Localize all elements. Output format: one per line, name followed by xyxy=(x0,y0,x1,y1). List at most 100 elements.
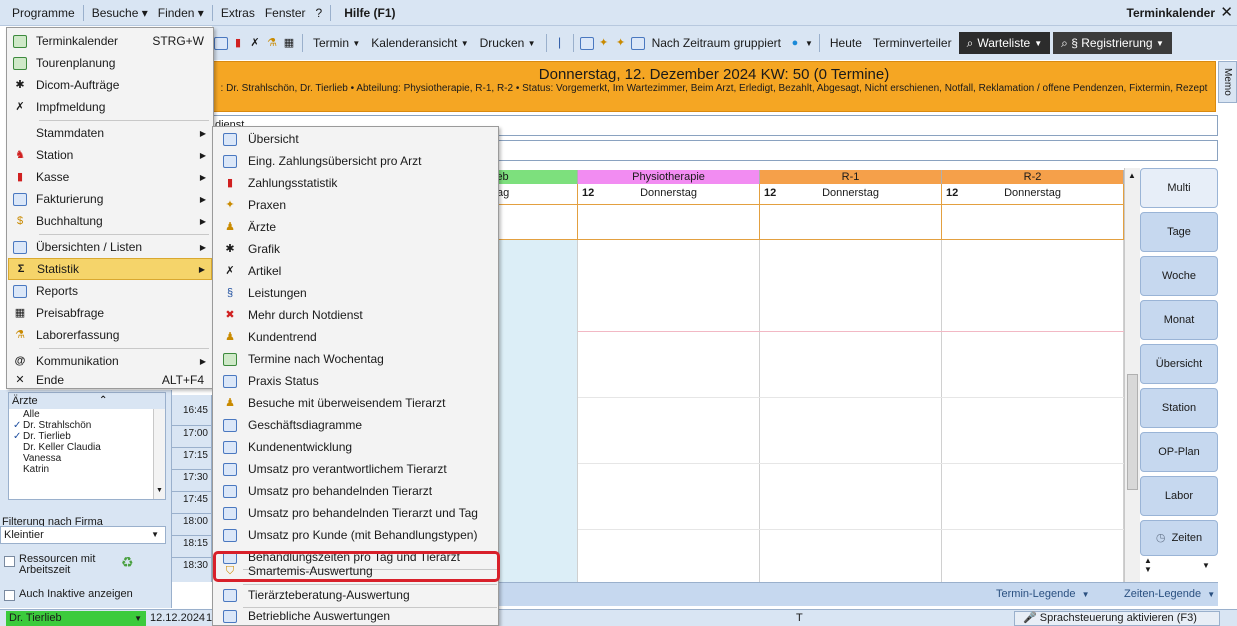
menu-item-stammdaten[interactable]: Stammdaten ▶ xyxy=(8,122,212,144)
submenu-item[interactable]: Betriebliche Auswertungen xyxy=(214,606,497,626)
submenu-item[interactable]: Umsatz pro behandelnden Tierarzt xyxy=(214,480,497,502)
view-scroll-dropdown[interactable]: ▼ xyxy=(1202,561,1210,570)
ressourcen-checkbox-row[interactable]: Ressourcen mit Arbeitszeit ♻ xyxy=(4,554,154,576)
view-tage-button[interactable]: Tage xyxy=(1140,212,1218,252)
menu-finden[interactable]: Finden ▾ xyxy=(153,0,209,26)
submenu-item[interactable]: Umsatz pro verantwortlichem Tierarzt xyxy=(214,458,497,480)
column-header-r1[interactable]: R-1 xyxy=(760,170,942,184)
menu-item-fakturierung[interactable]: Fakturierung ▶ xyxy=(8,188,212,210)
submenu-item[interactable]: Umsatz pro behandelnden Tierarzt und Tag xyxy=(214,502,497,524)
submenu-item[interactable]: § Leistungen xyxy=(214,282,497,304)
info-icon[interactable]: ❘ xyxy=(553,36,567,50)
view-scroll-arrows[interactable]: ▲ ▼ xyxy=(1144,556,1152,574)
warteliste-button[interactable]: ⌕ Warteliste ▼ xyxy=(958,32,1051,54)
view-monat-button[interactable]: Monat xyxy=(1140,300,1218,340)
submenu-item[interactable]: Umsatz pro Kunde (mit Behandlungstypen) xyxy=(214,524,497,546)
calendar-icon[interactable] xyxy=(630,36,645,50)
menu-item-impfmeldung[interactable]: ✗ Impfmeldung xyxy=(8,96,212,118)
submenu-item[interactable]: Eing. Zahlungsübersicht pro Arzt xyxy=(214,150,497,172)
column-header-r2[interactable]: R-2 xyxy=(942,170,1124,184)
globe-icon[interactable]: ● xyxy=(788,36,802,50)
ressourcen-checkbox[interactable] xyxy=(4,556,15,567)
menu-item-kommunikation[interactable]: @ Kommunikation ▶ xyxy=(8,350,212,372)
wand-icon[interactable]: ✦ xyxy=(614,36,628,50)
menu-item-uebersichten[interactable]: Übersichten / Listen ▶ xyxy=(8,236,212,258)
aerzte-scrollbar[interactable]: ▼ xyxy=(153,409,165,499)
menu-item-kasse[interactable]: ▮ Kasse ▶ xyxy=(8,166,212,188)
refresh-icon[interactable]: ♻ xyxy=(121,554,134,571)
view-multi-button[interactable]: Multi xyxy=(1140,168,1218,208)
termin-dropdown[interactable]: Termin ▼ xyxy=(309,36,364,50)
menu-question[interactable]: ? xyxy=(311,0,328,26)
column-body[interactable] xyxy=(578,240,760,582)
nach-zeitraum-button[interactable]: Nach Zeitraum gruppiert xyxy=(648,36,785,50)
firma-select[interactable]: Kleintier ▼ xyxy=(0,526,166,544)
zeiten-legende-dropdown[interactable]: Zeiten-Legende ▼ xyxy=(1124,588,1215,600)
menu-item-terminkalender[interactable]: Terminkalender STRG+W xyxy=(8,30,212,52)
grid-scrollbar[interactable]: ▲ xyxy=(1124,168,1140,582)
heute-button[interactable]: Heute xyxy=(826,36,866,50)
submenu-item[interactable]: Tierärzteberatung-Auswertung xyxy=(214,584,497,606)
submenu-item[interactable]: ▮ Zahlungsstatistik xyxy=(214,172,497,194)
view-woche-button[interactable]: Woche xyxy=(1140,256,1218,296)
column-header-physiotherapie[interactable]: Physiotherapie xyxy=(578,170,760,184)
menu-item-dicom[interactable]: ✱ Dicom-Aufträge xyxy=(8,74,212,96)
menu-item-tourenplanung[interactable]: Tourenplanung xyxy=(8,52,212,74)
list-icon[interactable] xyxy=(214,36,228,50)
chevron-down-icon[interactable]: ▼ xyxy=(805,39,813,48)
menu-item-preisabfrage[interactable]: ▦ Preisabfrage xyxy=(8,302,212,324)
submenu-item[interactable]: ✱ Grafik xyxy=(214,238,497,260)
menu-item-station[interactable]: ♞ Station ▶ xyxy=(8,144,212,166)
menu-fenster[interactable]: Fenster xyxy=(260,0,311,26)
view-opplan-button[interactable]: OP-Plan xyxy=(1140,432,1218,472)
user-select[interactable]: Dr. Tierlieb ▼ xyxy=(6,611,146,626)
scroll-up-icon[interactable]: ▲ xyxy=(1128,171,1136,180)
drucken-dropdown[interactable]: Drucken ▼ xyxy=(476,36,540,50)
submenu-item[interactable]: Praxis Status xyxy=(214,370,497,392)
menu-item-reports[interactable]: Reports xyxy=(8,280,212,302)
check-icon[interactable]: ✓ xyxy=(13,420,23,431)
column-body[interactable] xyxy=(760,240,942,582)
menu-item-statistik[interactable]: Σ Statistik ▶ xyxy=(8,258,212,280)
menu-item-buchhaltung[interactable]: $ Buchhaltung ▶ xyxy=(8,210,212,232)
submenu-item[interactable]: ♟ Kundentrend xyxy=(214,326,497,348)
submenu-item[interactable]: ✦ Praxen xyxy=(214,194,497,216)
aerzte-item[interactable]: Vanessa xyxy=(9,453,165,464)
check-icon[interactable]: ✓ xyxy=(13,431,23,442)
termin-legende-dropdown[interactable]: Termin-Legende ▼ xyxy=(996,588,1090,600)
view-uebersicht-button[interactable]: Übersicht xyxy=(1140,344,1218,384)
menu-item-laborerfassung[interactable]: ⚗ Laborerfassung xyxy=(8,324,212,346)
chevron-down-icon[interactable]: ▼ xyxy=(156,487,163,494)
submenu-item[interactable]: Termine nach Wochentag xyxy=(214,348,497,370)
submenu-item[interactable]: Übersicht xyxy=(214,128,497,150)
menu-extras[interactable]: Extras xyxy=(216,0,260,26)
inaktive-checkbox[interactable] xyxy=(4,590,15,601)
memo-tab[interactable]: Memo xyxy=(1218,61,1237,103)
inaktive-checkbox-row[interactable]: Auch Inaktive anzeigen xyxy=(4,588,133,601)
menu-item-ende[interactable]: ✕ Ende ALT+F4 xyxy=(8,372,212,388)
submenu-item[interactable]: ♟ Besuche mit überweisendem Tierarzt xyxy=(214,392,497,414)
calculator-icon[interactable]: ▦ xyxy=(282,36,296,50)
close-icon[interactable]: ✕ xyxy=(1220,0,1233,26)
menu-besuche[interactable]: Besuche ▾ xyxy=(87,0,153,26)
menu-help[interactable]: Hilfe (F1) xyxy=(334,0,405,26)
submenu-item[interactable]: ✗ Artikel xyxy=(214,260,497,282)
view-zeiten-button[interactable]: ◷ Zeiten xyxy=(1140,520,1218,556)
scroll-thumb[interactable] xyxy=(1127,374,1138,490)
aerzte-item[interactable]: ✓ Dr. Tierlieb xyxy=(9,431,165,442)
syringe-icon[interactable]: ✗ xyxy=(248,36,262,50)
terminverteiler-button[interactable]: Terminverteiler xyxy=(869,36,956,50)
collapse-icon[interactable]: ⌃ xyxy=(99,393,107,409)
submenu-item[interactable]: Geschäftsdiagramme xyxy=(214,414,497,436)
kalenderansicht-dropdown[interactable]: Kalenderansicht ▼ xyxy=(367,36,472,50)
wand-icon[interactable]: ✦ xyxy=(597,36,611,50)
submenu-item[interactable]: ♟ Ärzte xyxy=(214,216,497,238)
menu-programme[interactable]: Programme xyxy=(0,0,80,26)
view-station-button[interactable]: Station xyxy=(1140,388,1218,428)
aerzte-header[interactable]: Ärzte ⌃ xyxy=(9,393,165,409)
aerzte-item[interactable]: Katrin xyxy=(9,464,165,475)
aerzte-item[interactable]: Dr. Keller Claudia xyxy=(9,442,165,453)
submenu-item[interactable]: Kundenentwicklung xyxy=(214,436,497,458)
voice-control-button[interactable]: 🎤 Sprachsteuerung aktivieren (F3) xyxy=(1014,611,1220,626)
calendar-icon[interactable] xyxy=(579,36,594,50)
